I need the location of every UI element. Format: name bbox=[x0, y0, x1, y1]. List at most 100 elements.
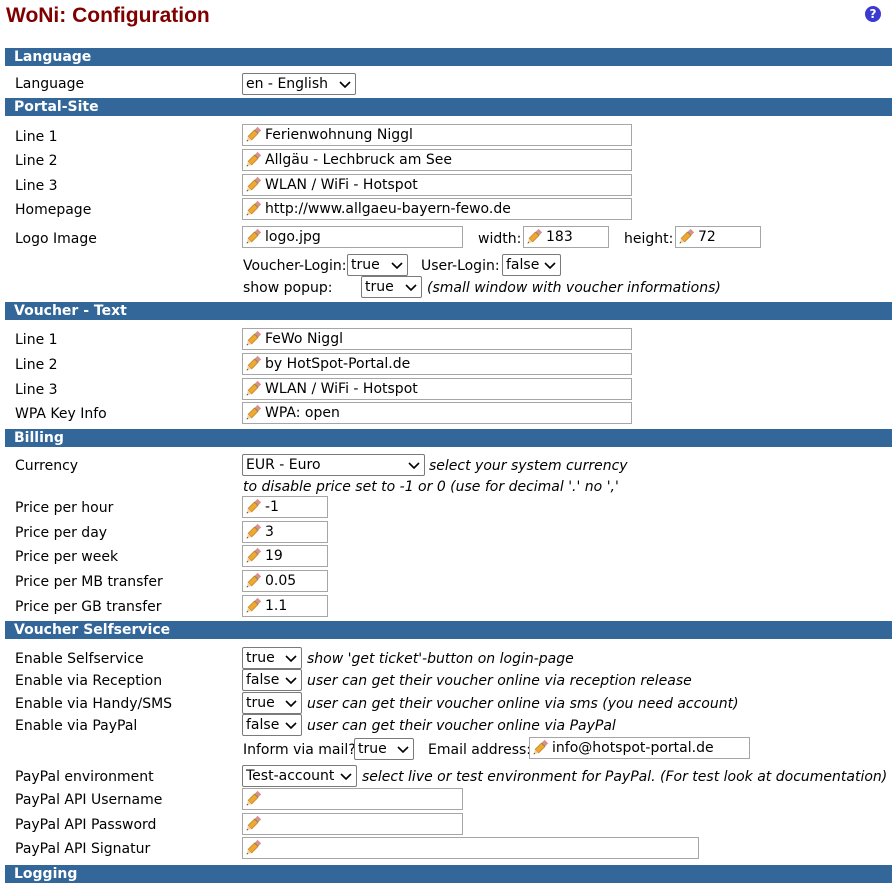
pencil-icon bbox=[243, 571, 263, 591]
show-popup-value: true bbox=[365, 279, 394, 295]
paypal-api-signatur-input[interactable] bbox=[242, 837, 699, 859]
currency-label: Currency bbox=[15, 458, 79, 474]
inform-mail-value: true bbox=[358, 741, 387, 757]
paypal-env-select[interactable]: Test-account bbox=[242, 765, 357, 787]
section-portal-site: Portal-Site bbox=[5, 98, 892, 116]
paypal-env-label: PayPal environment bbox=[15, 769, 154, 785]
enable-reception-note: user can get their voucher online via re… bbox=[307, 673, 692, 689]
language-label: Language bbox=[15, 76, 85, 92]
enable-sms-value: true bbox=[246, 695, 275, 711]
enable-reception-select[interactable]: false bbox=[242, 669, 302, 691]
price-gb-label: Price per GB transfer bbox=[15, 599, 162, 615]
portal-line1-input[interactable]: Ferienwohnung Niggl bbox=[242, 124, 632, 146]
email-address-value: info@hotspot-portal.de bbox=[552, 740, 714, 756]
paypal-env-value: Test-account bbox=[246, 768, 335, 784]
voucher-login-select[interactable]: true bbox=[347, 254, 408, 276]
homepage-value: http://www.allgaeu-bayern-fewo.de bbox=[265, 201, 511, 217]
homepage-input[interactable]: http://www.allgaeu-bayern-fewo.de bbox=[242, 198, 632, 220]
pencil-icon bbox=[524, 227, 544, 247]
price-week-input[interactable]: 19 bbox=[242, 545, 328, 567]
currency-note: select your system currency bbox=[429, 458, 628, 474]
price-hour-input[interactable]: -1 bbox=[242, 496, 328, 518]
enable-reception-label: Enable via Reception bbox=[15, 673, 163, 689]
voucher-line1-input[interactable]: FeWo Niggl bbox=[242, 328, 632, 350]
price-day-input[interactable]: 3 bbox=[242, 521, 328, 543]
chevron-down-icon bbox=[405, 284, 417, 292]
currency-select[interactable]: EUR - Euro bbox=[242, 454, 425, 476]
logo-width-value: 183 bbox=[546, 229, 573, 245]
enable-paypal-note: user can get their voucher online via Pa… bbox=[307, 718, 616, 734]
pencil-icon bbox=[676, 227, 696, 247]
pencil-icon bbox=[243, 329, 263, 349]
price-hour-value: -1 bbox=[265, 499, 279, 515]
logo-image-input[interactable]: logo.jpg bbox=[242, 226, 463, 248]
pencil-icon bbox=[243, 497, 263, 517]
user-login-select[interactable]: false bbox=[502, 254, 561, 276]
inform-mail-label: Inform via mail? bbox=[243, 742, 356, 758]
logo-height-label: height: bbox=[624, 231, 674, 247]
email-address-label: Email address: bbox=[428, 742, 532, 758]
voucher-line2-label: Line 2 bbox=[15, 357, 58, 373]
user-login-value: false bbox=[506, 257, 540, 273]
pencil-icon bbox=[243, 789, 263, 809]
voucher-line2-value: by HotSpot-Portal.de bbox=[265, 356, 411, 372]
chevron-down-icon bbox=[544, 262, 556, 270]
price-week-label: Price per week bbox=[15, 549, 119, 565]
paypal-api-signatur-label: PayPal API Signatur bbox=[15, 841, 151, 857]
pencil-icon bbox=[243, 175, 263, 195]
logo-image-value: logo.jpg bbox=[265, 229, 321, 245]
price-hour-label: Price per hour bbox=[15, 500, 114, 516]
pencil-icon bbox=[243, 125, 263, 145]
chevron-down-icon bbox=[285, 677, 297, 685]
section-logging: Logging bbox=[5, 865, 892, 883]
enable-paypal-select[interactable]: false bbox=[242, 714, 302, 736]
enable-reception-value: false bbox=[246, 672, 280, 688]
homepage-label: Homepage bbox=[15, 202, 92, 218]
wpa-key-input[interactable]: WPA: open bbox=[242, 402, 632, 424]
price-gb-input[interactable]: 1.1 bbox=[242, 595, 328, 617]
logo-height-input[interactable]: 72 bbox=[675, 226, 761, 248]
enable-sms-label: Enable via Handy/SMS bbox=[15, 696, 173, 712]
chevron-down-icon bbox=[285, 655, 297, 663]
logo-width-input[interactable]: 183 bbox=[523, 226, 609, 248]
enable-paypal-label: Enable via PayPal bbox=[15, 718, 138, 734]
chevron-down-icon bbox=[391, 262, 403, 270]
enable-selfservice-value: true bbox=[246, 650, 275, 666]
enable-paypal-value: false bbox=[246, 717, 280, 733]
voucher-line3-input[interactable]: WLAN / WiFi - Hotspot bbox=[242, 378, 632, 400]
language-select[interactable]: en - English bbox=[242, 73, 356, 95]
voucher-line3-value: WLAN / WiFi - Hotspot bbox=[265, 381, 418, 397]
paypal-env-note: select live or test environment for PayP… bbox=[362, 769, 888, 785]
price-gb-value: 1.1 bbox=[265, 598, 288, 614]
email-address-input[interactable]: info@hotspot-portal.de bbox=[529, 737, 750, 759]
pencil-icon bbox=[243, 150, 263, 170]
enable-sms-note: user can get their voucher online via sm… bbox=[307, 696, 739, 712]
price-mb-input[interactable]: 0.05 bbox=[242, 570, 328, 592]
pencil-icon bbox=[243, 814, 263, 834]
portal-line3-label: Line 3 bbox=[15, 178, 58, 194]
pencil-icon bbox=[243, 546, 263, 566]
help-icon[interactable]: ? bbox=[865, 6, 881, 22]
pencil-icon bbox=[243, 227, 263, 247]
price-disable-note: to disable price set to -1 or 0 (use for… bbox=[243, 479, 619, 495]
page-title: WoNi: Configuration bbox=[6, 4, 210, 27]
voucher-line2-input[interactable]: by HotSpot-Portal.de bbox=[242, 353, 632, 375]
show-popup-select[interactable]: true bbox=[361, 276, 422, 298]
show-popup-label: show popup: bbox=[243, 280, 333, 296]
paypal-api-password-label: PayPal API Password bbox=[15, 817, 157, 833]
enable-selfservice-note: show 'get ticket'-button on login-page bbox=[307, 651, 574, 667]
paypal-api-password-input[interactable] bbox=[242, 813, 463, 835]
language-value: en - English bbox=[246, 76, 328, 92]
price-mb-label: Price per MB transfer bbox=[15, 574, 163, 590]
pencil-icon bbox=[243, 522, 263, 542]
logo-image-label: Logo Image bbox=[15, 231, 97, 247]
pencil-icon bbox=[530, 738, 550, 758]
portal-line3-value: WLAN / WiFi - Hotspot bbox=[265, 177, 418, 193]
enable-selfservice-select[interactable]: true bbox=[242, 647, 302, 669]
portal-line3-input[interactable]: WLAN / WiFi - Hotspot bbox=[242, 174, 632, 196]
portal-line2-input[interactable]: Allgäu - Lechbruck am See bbox=[242, 149, 632, 171]
user-login-label: User-Login: bbox=[421, 258, 500, 274]
inform-mail-select[interactable]: true bbox=[354, 738, 414, 760]
paypal-api-username-input[interactable] bbox=[242, 788, 463, 810]
enable-sms-select[interactable]: true bbox=[242, 692, 302, 714]
